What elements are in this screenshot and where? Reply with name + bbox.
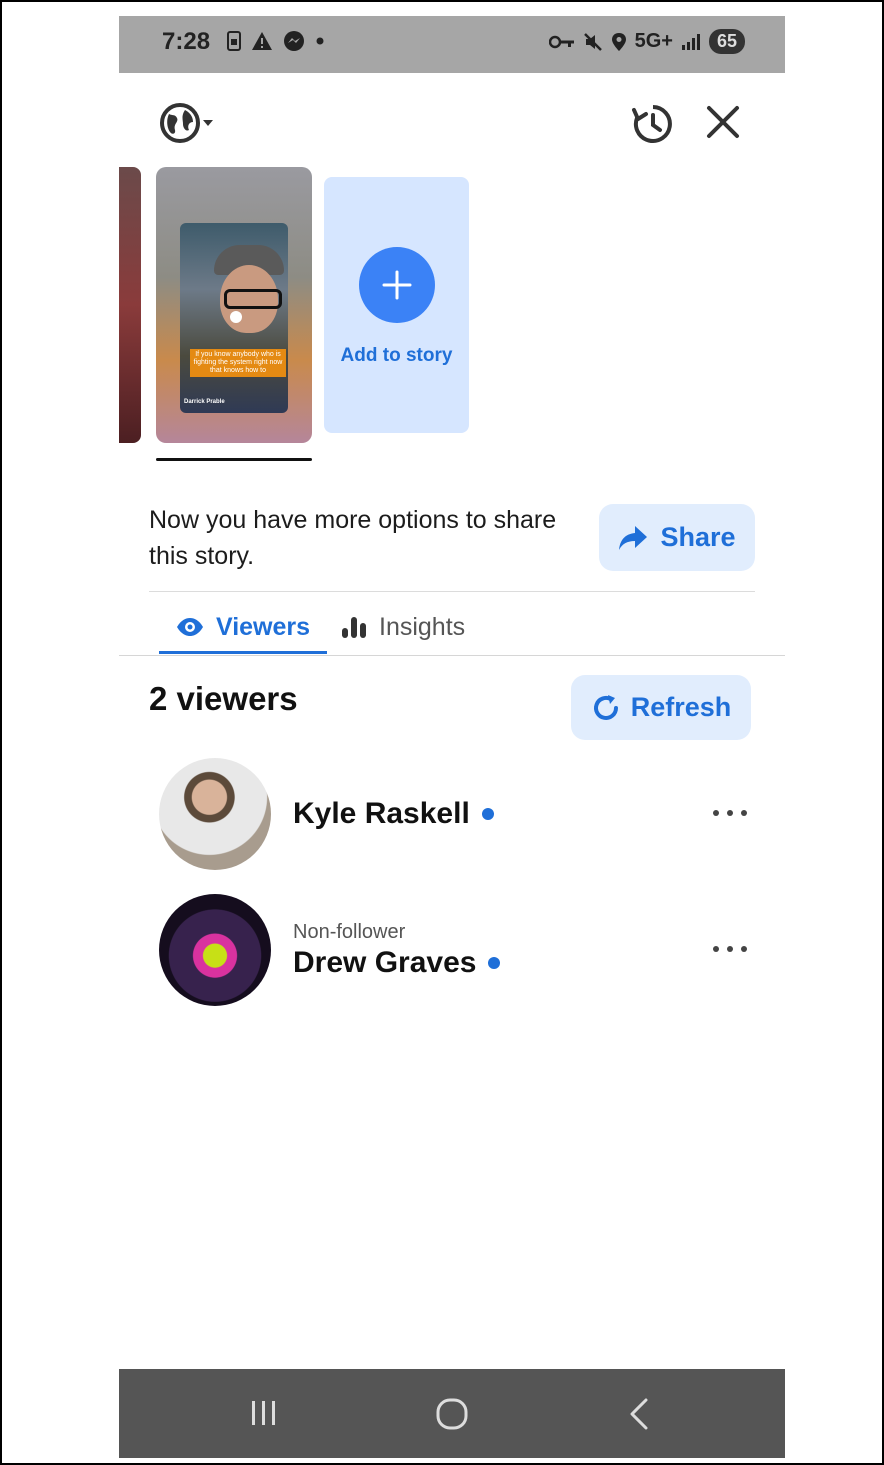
story-person-glasses [224,289,282,309]
plus-icon [382,270,412,300]
status-bar: 7:28 5G+ 65 [119,16,785,73]
share-arrow-icon [619,525,648,550]
refresh-button-label: Refresh [630,692,732,722]
warning-icon [252,32,272,50]
eye-icon [176,618,203,636]
viewers-count: 2 viewers [149,680,298,717]
back-icon[interactable] [627,1397,651,1431]
viewer-name[interactable]: Drew Graves [293,946,476,980]
more-options-button[interactable] [713,934,747,964]
viewer-name-row: Drew Graves [293,946,501,980]
phone-screen: 7:28 5G+ 65 If you know anybody who is f… [119,16,785,1458]
privacy-selector[interactable] [159,102,215,144]
more-options-button[interactable] [713,798,747,828]
sim-icon [227,31,241,51]
add-to-story-card[interactable]: Add to story [324,177,469,433]
avatar[interactable] [159,758,271,870]
battery-icon: 65 [708,29,745,54]
add-story-button[interactable] [359,247,435,323]
system-nav-bar [119,1369,785,1458]
home-icon[interactable] [435,1397,469,1431]
unread-dot-icon [481,808,494,820]
mute-icon [583,32,602,51]
more-dot-icon [713,946,719,952]
chevron-down-icon [203,120,213,126]
add-to-story-label: Add to story [340,345,453,366]
refresh-button[interactable]: Refresh [571,675,751,740]
selected-story-indicator [156,458,312,461]
share-button[interactable]: Share [599,504,755,571]
avatar[interactable] [159,894,271,1006]
share-button-label: Share [660,522,736,552]
story-archive-icon[interactable] [631,102,675,146]
more-dot-icon [713,810,719,816]
network-type: 5G+ [634,30,673,52]
key-icon [548,35,574,48]
tab-insights-label: Insights [379,612,466,641]
previous-story-thumbnail[interactable] [119,167,141,443]
screenshot-frame: 7:28 5G+ 65 If you know anybody who is f… [0,0,884,1465]
story-preview-image: If you know anybody who is fighting the … [180,223,288,413]
tab-insights[interactable]: Insights [341,601,465,653]
viewer-name-row: Kyle Raskell [293,797,494,831]
status-right-icons: 5G+ 65 [548,29,745,54]
more-dot-icon [741,810,747,816]
story-caption: If you know anybody who is fighting the … [190,349,286,377]
dot-icon [316,37,324,45]
play-icon [230,311,242,323]
status-time: 7:28 [162,28,211,55]
more-dot-icon [727,946,733,952]
viewer-info: Kyle Raskell [293,758,494,870]
divider [119,655,785,656]
status-left-icons [227,30,325,52]
tab-viewers-label: Viewers [215,612,311,641]
tab-viewers[interactable]: Viewers [159,601,327,653]
viewer-row[interactable]: Kyle Raskell [159,758,759,870]
location-icon [611,32,626,51]
recents-icon[interactable] [249,1399,279,1427]
divider [149,591,755,592]
close-icon[interactable] [703,102,743,142]
unread-dot-icon [488,956,501,969]
viewer-name[interactable]: Kyle Raskell [293,797,470,831]
active-tab-indicator [159,651,327,654]
viewer-subtitle: Non-follower [293,920,406,943]
signal-icon [681,33,700,50]
more-dot-icon [727,810,733,816]
viewer-row[interactable]: Non-follower Drew Graves [159,894,759,1006]
share-prompt-text: Now you have more options to share this … [149,506,557,570]
refresh-icon [593,694,618,720]
story-author: Darrick Prable [184,399,225,405]
globe-icon [160,103,200,143]
viewer-info: Non-follower Drew Graves [293,894,501,1006]
more-dot-icon [741,946,747,952]
messenger-icon [284,31,304,51]
bar-chart-icon [342,617,366,638]
current-story-thumbnail[interactable]: If you know anybody who is fighting the … [156,167,312,443]
